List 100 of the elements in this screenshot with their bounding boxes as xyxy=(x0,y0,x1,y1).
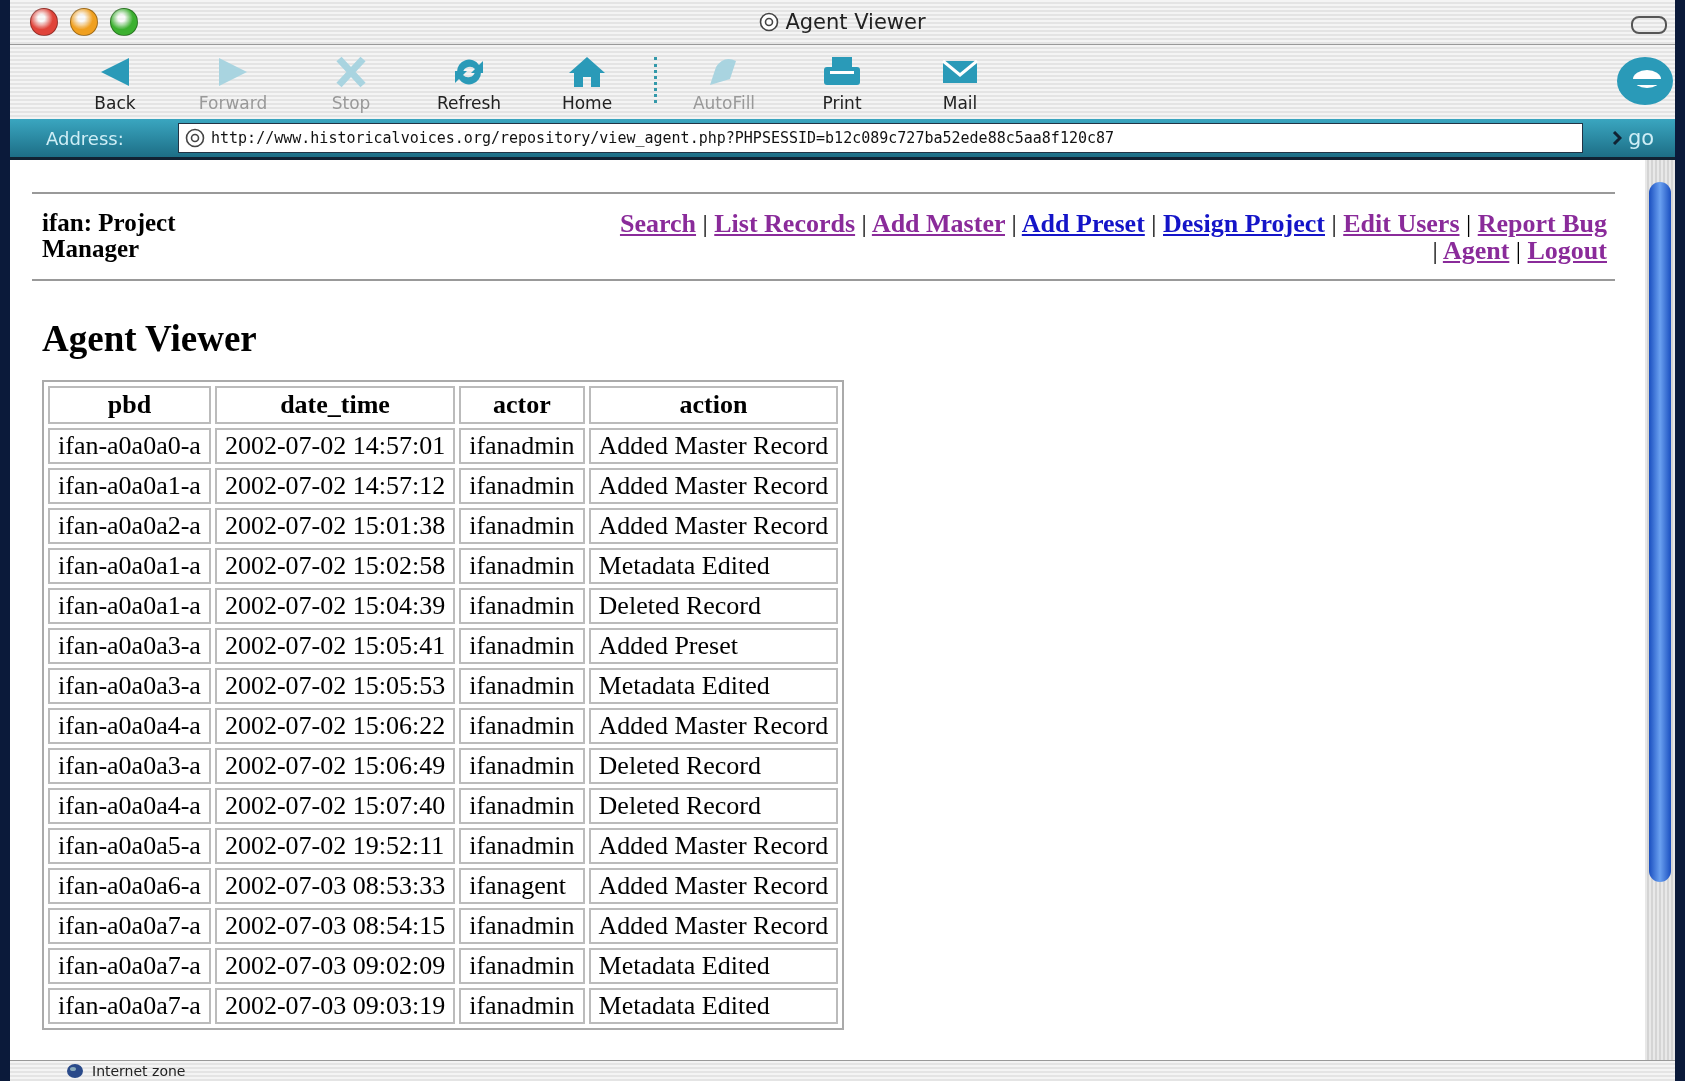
table-cell: ifan-a0a0a3-a xyxy=(48,667,211,704)
table-cell: 2002-07-03 08:54:15 xyxy=(214,907,456,944)
table-cell: ifanadmin xyxy=(459,707,585,744)
toolbar-button[interactable]: Home xyxy=(528,55,646,113)
address-field[interactable]: http://www.historicalvoices.org/repository/view_agent.php?PHPSESSID=b12c089c727ba52ede88c5aa8f120c87 xyxy=(178,123,1583,153)
table-cell: Deleted Record xyxy=(588,787,839,824)
link-separator: | xyxy=(702,209,708,238)
table-cell: 2002-07-02 14:57:12 xyxy=(214,467,456,504)
nav-link[interactable]: Report Bug xyxy=(1477,209,1607,238)
table-cell: ifanadmin xyxy=(459,787,585,824)
status-text: Internet zone xyxy=(92,1063,186,1079)
window-control-button[interactable] xyxy=(70,8,98,36)
table-cell: ifan-a0a0a2-a xyxy=(48,507,211,544)
link-separator: | xyxy=(1466,209,1472,238)
table-cell: Added Master Record xyxy=(588,427,839,464)
table-cell: 2002-07-02 15:04:39 xyxy=(214,587,456,624)
globe-icon xyxy=(66,1063,84,1079)
table-cell: Metadata Edited xyxy=(588,547,839,584)
table-cell: ifan-a0a0a6-a xyxy=(48,867,211,904)
table-cell: ifan-a0a0a4-a xyxy=(48,707,211,744)
table-cell: ifanadmin xyxy=(459,987,585,1024)
link-separator: | xyxy=(1331,209,1337,238)
table-cell: ifanagent xyxy=(459,867,585,904)
address-label: Address: xyxy=(46,127,125,149)
table-cell: ifanadmin xyxy=(459,427,585,464)
window-control-button[interactable] xyxy=(110,8,138,36)
nav-link[interactable]: Search xyxy=(619,209,697,238)
table-cell: ifan-a0a0a7-a xyxy=(48,907,211,944)
table-cell: ifan-a0a0a7-a xyxy=(48,947,211,984)
link-separator: | xyxy=(1515,236,1522,266)
table-cell: ifan-a0a0a1-a xyxy=(48,467,211,504)
page-icon xyxy=(185,128,205,148)
page-icon xyxy=(759,12,780,32)
link-separator: | xyxy=(1151,209,1157,238)
table-cell: ifanadmin xyxy=(459,907,585,944)
table-cell: ifanadmin xyxy=(459,827,585,864)
table-cell: Deleted Record xyxy=(588,747,839,784)
table-cell: ifanadmin xyxy=(459,507,585,544)
toolbar-toggle-button[interactable] xyxy=(1631,16,1667,34)
chevron-icon xyxy=(1611,131,1622,145)
table-cell: ifan-a0a0a3-a xyxy=(48,747,211,784)
nav-link[interactable]: Agent xyxy=(1442,236,1510,266)
table-cell: Added Master Record xyxy=(588,867,839,904)
table-cell: ifanadmin xyxy=(459,587,585,624)
toolbar-button[interactable]: Print xyxy=(783,55,901,113)
table-cell: Metadata Edited xyxy=(588,987,839,1024)
nav-link[interactable]: Add Master xyxy=(871,209,1005,238)
table-cell: 2002-07-02 15:06:49 xyxy=(214,747,456,784)
table-cell: ifan-a0a0a4-a xyxy=(48,787,211,824)
column-header: action xyxy=(588,385,839,424)
nav-link[interactable]: Edit Users xyxy=(1343,209,1460,238)
nav-link[interactable]: List Records xyxy=(714,209,856,238)
table-cell: 2002-07-02 15:07:40 xyxy=(214,787,456,824)
toolbar-button[interactable]: Back xyxy=(56,55,174,113)
scrollbar-thumb[interactable] xyxy=(1649,182,1671,882)
table-cell: Added Master Record xyxy=(588,907,839,944)
link-separator: | xyxy=(861,209,867,238)
user-role-label: ifan: Project Manager xyxy=(42,210,177,265)
table-cell: 2002-07-02 14:57:01 xyxy=(214,427,456,464)
home-icon xyxy=(567,55,607,89)
page-heading: Agent Viewer xyxy=(42,316,258,360)
table-cell: Added Master Record xyxy=(588,467,839,504)
nav-link[interactable]: Design Project xyxy=(1163,209,1325,238)
nav-link[interactable]: Logout xyxy=(1527,236,1607,266)
table-cell: ifanadmin xyxy=(459,547,585,584)
table-cell: ifan-a0a0a1-a xyxy=(48,587,211,624)
table-cell: 2002-07-03 09:02:09 xyxy=(214,947,456,984)
toolbar-button[interactable]: Mail xyxy=(901,55,1019,113)
table-cell: 2002-07-03 09:03:19 xyxy=(214,987,456,1024)
table-cell: 2002-07-02 15:02:58 xyxy=(214,547,456,584)
table-cell: Metadata Edited xyxy=(588,947,839,984)
table-cell: 2002-07-02 15:06:22 xyxy=(214,707,456,744)
table-cell: 2002-07-02 15:05:53 xyxy=(214,667,456,704)
window-control-button[interactable] xyxy=(30,8,58,36)
table-cell: Added Master Record xyxy=(588,507,839,544)
column-header: actor xyxy=(459,385,585,424)
scrollbar[interactable] xyxy=(1645,160,1675,1060)
link-separator: | xyxy=(1011,209,1017,238)
table-cell: ifan-a0a0a5-a xyxy=(48,827,211,864)
table-cell: Metadata Edited xyxy=(588,667,839,704)
table-cell: ifanadmin xyxy=(459,947,585,984)
table-cell: Added Preset xyxy=(588,627,839,664)
link-separator: | xyxy=(1432,236,1438,266)
column-header: pbd xyxy=(48,385,211,424)
table-cell: ifanadmin xyxy=(459,627,585,664)
table-cell: ifan-a0a0a1-a xyxy=(48,547,211,584)
table-cell: 2002-07-02 19:52:11 xyxy=(214,827,456,864)
table-cell: Deleted Record xyxy=(588,587,839,624)
table-cell: ifanadmin xyxy=(459,467,585,504)
table-cell: ifanadmin xyxy=(459,747,585,784)
table-cell: 2002-07-02 15:01:38 xyxy=(214,507,456,544)
nav-link[interactable]: Add Preset xyxy=(1021,209,1145,238)
toolbar-button[interactable]: Refresh xyxy=(410,55,528,113)
table-cell: ifan-a0a0a7-a xyxy=(48,987,211,1024)
table-cell: ifanadmin xyxy=(459,667,585,704)
window-title: Agent Viewer xyxy=(785,10,926,34)
table-cell: Added Master Record xyxy=(588,707,839,744)
table-cell: Added Master Record xyxy=(588,827,839,864)
table-cell: ifan-a0a0a0-a xyxy=(48,427,211,464)
table-cell: 2002-07-03 08:53:33 xyxy=(214,867,456,904)
